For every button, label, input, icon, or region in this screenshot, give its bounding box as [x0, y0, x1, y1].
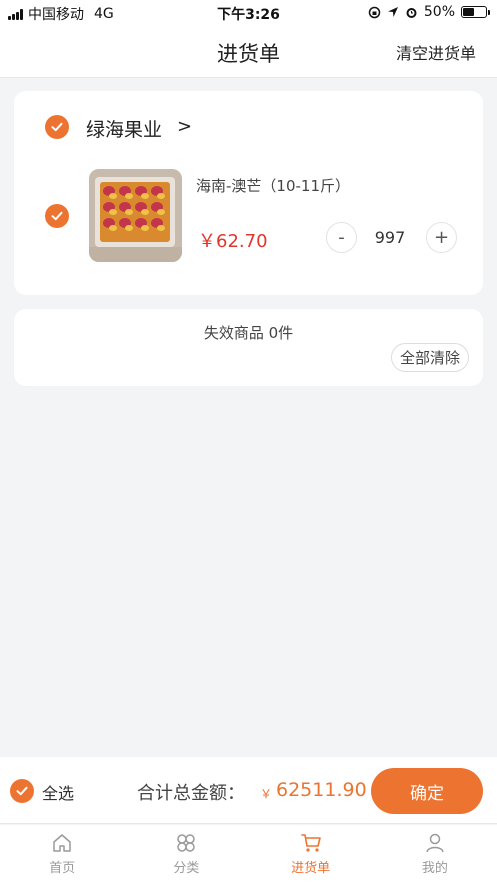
tab-category[interactable]: 分类 [124, 825, 248, 883]
status-right: 50% [368, 4, 490, 20]
tab-profile[interactable]: 我的 [373, 825, 497, 883]
checkout-bar: 全选 合计总金额： ￥ 62511.90 确定 [0, 757, 497, 824]
battery-percent: 50% [423, 4, 455, 20]
shop-arrow-icon[interactable]: > [177, 116, 192, 137]
total-amount: 62511.90 [276, 779, 367, 801]
tab-home[interactable]: 首页 [0, 825, 124, 883]
cart-icon [300, 834, 321, 852]
check-icon [16, 786, 28, 796]
nav-bar: 进货单 清空进货单 [0, 24, 497, 78]
decrease-quantity-button[interactable]: - [326, 222, 357, 253]
increase-quantity-button[interactable]: + [426, 222, 457, 253]
invalid-items-card: 失效商品 0件 全部清除 [14, 309, 483, 386]
user-icon [426, 833, 444, 853]
status-bar: 中国移动 4G 下午3:26 50% [0, 0, 497, 24]
total-currency: ￥ [260, 787, 273, 801]
item-checkbox[interactable] [45, 204, 69, 228]
invalid-items-count: 失效商品 0件 [203, 324, 294, 342]
product-name[interactable]: 海南-澳芒（10-11斤） [196, 175, 350, 196]
select-all-checkbox[interactable] [10, 779, 34, 803]
product-image[interactable] [89, 169, 182, 262]
tab-label: 进货单 [291, 861, 331, 876]
shop-checkbox[interactable] [45, 115, 69, 139]
tab-label: 分类 [173, 861, 200, 876]
select-all-label[interactable]: 全选 [42, 780, 74, 804]
product-price: ￥62.70 [198, 231, 268, 252]
clear-invalid-button[interactable]: 全部清除 [390, 343, 469, 372]
location-icon [387, 7, 398, 17]
alarm-icon [406, 7, 417, 18]
battery-icon [461, 6, 490, 18]
tab-label: 我的 [421, 861, 448, 876]
tab-label: 首页 [49, 861, 76, 876]
shop-name[interactable]: 绿海果业 [86, 115, 162, 142]
clear-cart-button[interactable]: 清空进货单 [396, 40, 476, 64]
tab-bar: 首页 分类 进货单 我的 [0, 825, 497, 883]
confirm-button[interactable]: 确定 [371, 768, 483, 814]
check-icon [51, 122, 63, 132]
shop-card: 绿海果业 > 海南-澳芒（10-11斤） ￥62.70 - 997 + [14, 91, 483, 295]
home-icon [53, 834, 71, 852]
quantity-value[interactable]: 997 [358, 228, 422, 247]
rotation-lock-icon [368, 6, 381, 18]
check-icon [51, 211, 63, 221]
tab-cart[interactable]: 进货单 [249, 825, 373, 883]
category-icon [177, 834, 196, 852]
total-label: 合计总金额： [137, 783, 245, 804]
